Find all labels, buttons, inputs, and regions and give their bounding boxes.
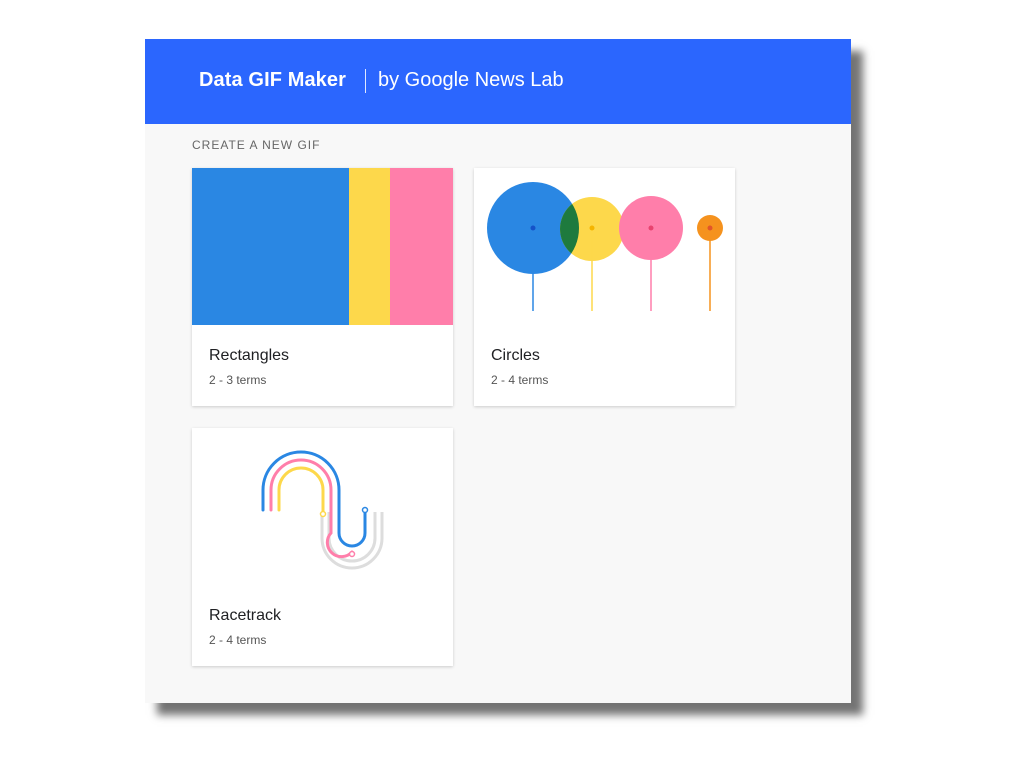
app-header: Data GIF Maker by Google News Lab bbox=[145, 39, 851, 124]
racetrack-preview-icon bbox=[261, 450, 384, 570]
header-divider bbox=[365, 69, 366, 93]
card-subtitle: 2 - 4 terms bbox=[491, 373, 549, 387]
card-racetrack[interactable]: Racetrack 2 - 4 terms bbox=[192, 428, 453, 666]
card-circles[interactable]: Circles 2 - 4 terms bbox=[474, 168, 735, 406]
card-title: Racetrack bbox=[209, 607, 282, 624]
card-subtitle: 2 - 3 terms bbox=[209, 373, 267, 387]
section-label: CREATE A NEW GIF bbox=[192, 138, 321, 152]
card-title: Circles bbox=[491, 347, 540, 364]
rectangles-preview-icon bbox=[192, 168, 453, 325]
circles-preview-icon bbox=[487, 182, 723, 311]
card-title: Rectangles bbox=[209, 347, 290, 364]
card-rectangles[interactable]: Rectangles 2 - 3 terms bbox=[192, 168, 453, 406]
app-window: Data GIF Maker by Google News Lab CREATE… bbox=[145, 39, 851, 703]
rect-blue bbox=[192, 168, 349, 325]
rect-pink bbox=[390, 168, 453, 325]
card-subtitle: 2 - 4 terms bbox=[209, 633, 267, 647]
app-byline: by Google News Lab bbox=[378, 69, 564, 91]
app-title[interactable]: Data GIF Maker bbox=[199, 69, 346, 92]
rect-yellow bbox=[349, 168, 390, 325]
